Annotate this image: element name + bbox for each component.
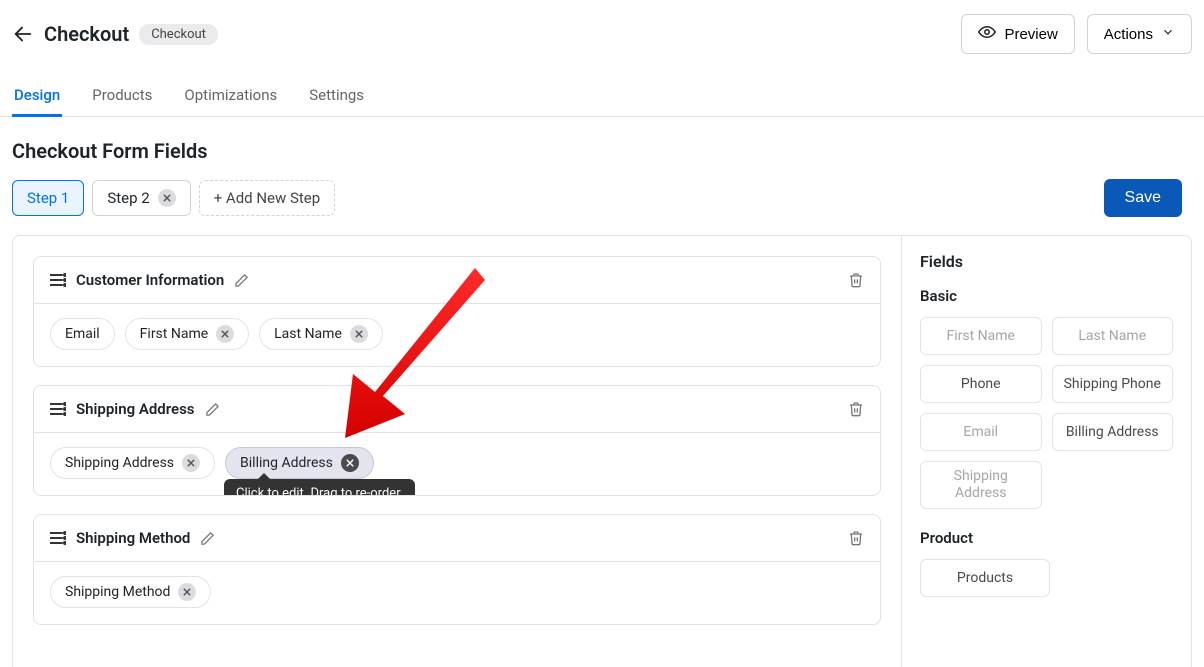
page-title: Checkout <box>44 22 129 46</box>
remove-field-icon[interactable] <box>178 583 196 601</box>
card-title: Customer Information <box>76 271 224 289</box>
field-label: First Name <box>140 326 208 342</box>
card-shipping-method: Shipping Method Shipping Method <box>33 514 881 625</box>
field-last-name[interactable]: Last Name <box>259 318 383 350</box>
remove-field-icon[interactable] <box>341 454 359 472</box>
preview-label: Preview <box>1004 26 1057 43</box>
sidebar-product-label: Product <box>920 529 1173 547</box>
edit-icon[interactable] <box>234 273 249 288</box>
tab-settings[interactable]: Settings <box>307 76 366 117</box>
back-arrow-icon[interactable] <box>12 23 34 45</box>
drag-handle-icon[interactable] <box>50 402 66 416</box>
field-first-name[interactable]: First Name <box>125 318 249 350</box>
tooltip: Click to edit. Drag to re-order. <box>224 479 415 496</box>
tab-products[interactable]: Products <box>90 76 154 117</box>
step-2-button[interactable]: Step 2 <box>92 180 190 216</box>
chevron-down-icon <box>1161 25 1175 43</box>
drag-handle-icon[interactable] <box>50 531 66 545</box>
trash-icon[interactable] <box>848 272 864 288</box>
remove-field-icon[interactable] <box>350 325 368 343</box>
eye-icon <box>978 23 996 45</box>
field-label: Billing Address <box>240 455 333 471</box>
tabs: Design Products Optimizations Settings <box>0 76 1204 117</box>
field-shipping-method[interactable]: Shipping Method <box>50 576 211 608</box>
page-badge: Checkout <box>139 24 218 45</box>
remove-step-2-icon[interactable] <box>158 189 176 207</box>
sidebar-field-email: Email <box>920 413 1042 451</box>
remove-field-icon[interactable] <box>182 454 200 472</box>
edit-icon[interactable] <box>200 531 215 546</box>
trash-icon[interactable] <box>848 530 864 546</box>
field-label: Shipping Method <box>65 584 170 600</box>
field-label: Email <box>65 326 100 342</box>
step-2-label: Step 2 <box>107 189 149 207</box>
drag-handle-icon[interactable] <box>50 273 66 287</box>
step-1-button[interactable]: Step 1 <box>12 180 84 216</box>
field-billing-address[interactable]: Billing Address <box>225 447 374 479</box>
sidebar-field-products[interactable]: Products <box>920 559 1050 597</box>
field-shipping-address[interactable]: Shipping Address <box>50 447 215 479</box>
actions-label: Actions <box>1104 26 1153 43</box>
save-button[interactable]: Save <box>1104 179 1182 217</box>
card-title: Shipping Address <box>76 400 195 418</box>
add-step-button[interactable]: + Add New Step <box>199 180 336 216</box>
actions-button[interactable]: Actions <box>1087 14 1192 54</box>
sidebar-field-last-name: Last Name <box>1052 317 1174 355</box>
field-label: Shipping Address <box>65 455 174 471</box>
sidebar-field-billing-address[interactable]: Billing Address <box>1052 413 1174 451</box>
tab-design[interactable]: Design <box>12 76 62 117</box>
card-shipping-address: Shipping Address Shipping Address Billin… <box>33 385 881 496</box>
sidebar-field-shipping-address: Shipping Address <box>920 461 1042 509</box>
sidebar-field-shipping-phone[interactable]: Shipping Phone <box>1052 365 1174 403</box>
tab-optimizations[interactable]: Optimizations <box>182 76 279 117</box>
sidebar-field-first-name: First Name <box>920 317 1042 355</box>
sidebar-title: Fields <box>920 252 1173 271</box>
edit-icon[interactable] <box>205 402 220 417</box>
section-title: Checkout Form Fields <box>0 117 1204 179</box>
field-label: Last Name <box>274 326 342 342</box>
sidebar-basic-label: Basic <box>920 287 1173 305</box>
sidebar-field-label: Shipping Address <box>946 468 1016 502</box>
preview-button[interactable]: Preview <box>961 14 1074 54</box>
remove-field-icon[interactable] <box>216 325 234 343</box>
trash-icon[interactable] <box>848 401 864 417</box>
card-customer-information: Customer Information Email First Name <box>33 256 881 367</box>
sidebar-field-phone[interactable]: Phone <box>920 365 1042 403</box>
card-title: Shipping Method <box>76 529 190 547</box>
field-email[interactable]: Email <box>50 318 115 350</box>
